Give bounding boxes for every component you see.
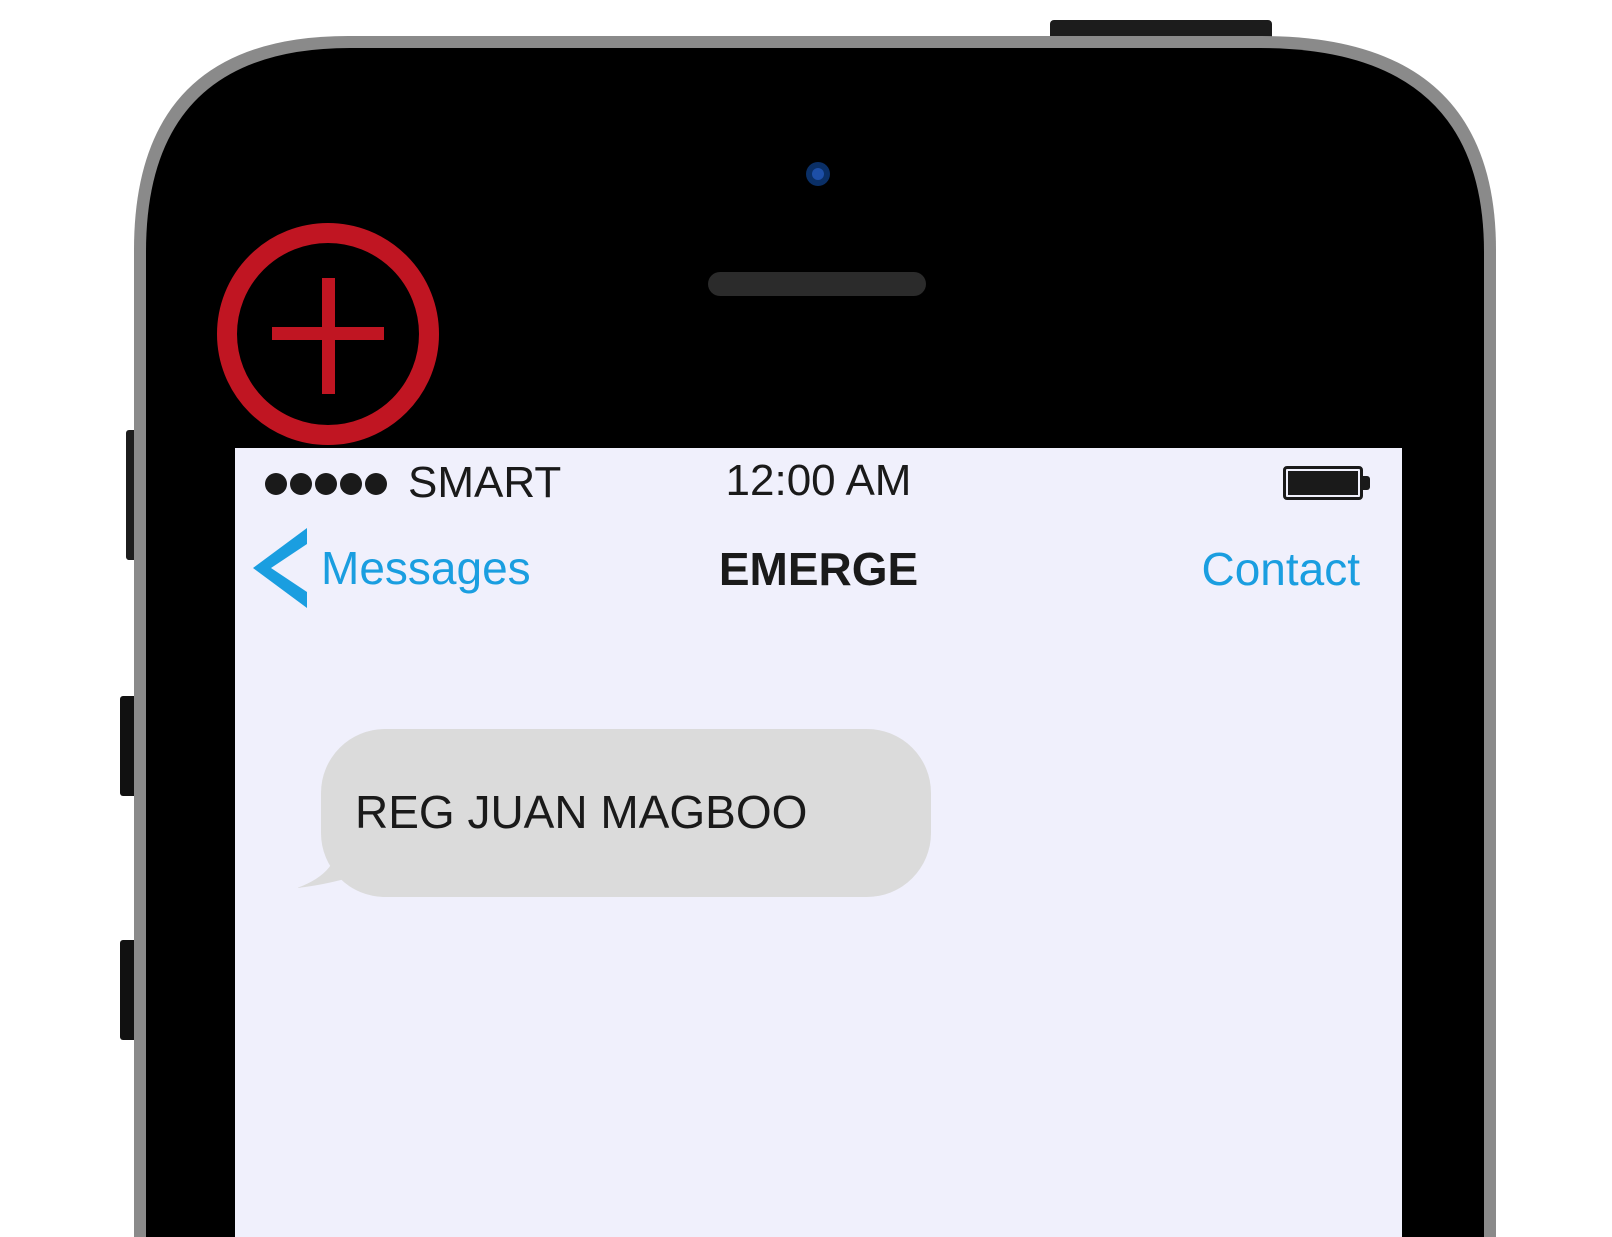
back-button-label: Messages [321,542,531,594]
battery-icon [1283,466,1363,500]
battery-level [1288,471,1358,495]
chevron-left-icon [253,528,307,608]
signal-dot [365,473,387,495]
navigation-bar: Messages EMERGE Contact [235,518,1402,618]
signal-dot [265,473,287,495]
message-list: REG JUAN MAGBOO [235,618,1402,1237]
battery-cap [1363,476,1370,490]
phone-screen: SMART 12:00 AM Messages EMERGE Contact R… [235,448,1402,1237]
status-bar: SMART 12:00 AM [235,448,1402,518]
back-button[interactable]: Messages [253,528,531,608]
message-text: REG JUAN MAGBOO [355,786,808,838]
message-bubble-incoming[interactable]: REG JUAN MAGBOO [321,729,931,897]
front-camera-lens [812,168,824,180]
earpiece-speaker [708,272,926,296]
signal-dot [290,473,312,495]
signal-dot [315,473,337,495]
signal-strength-icon [265,473,387,495]
contact-button[interactable]: Contact [1201,546,1360,592]
signal-dot [340,473,362,495]
carrier-name: SMART [408,458,562,507]
